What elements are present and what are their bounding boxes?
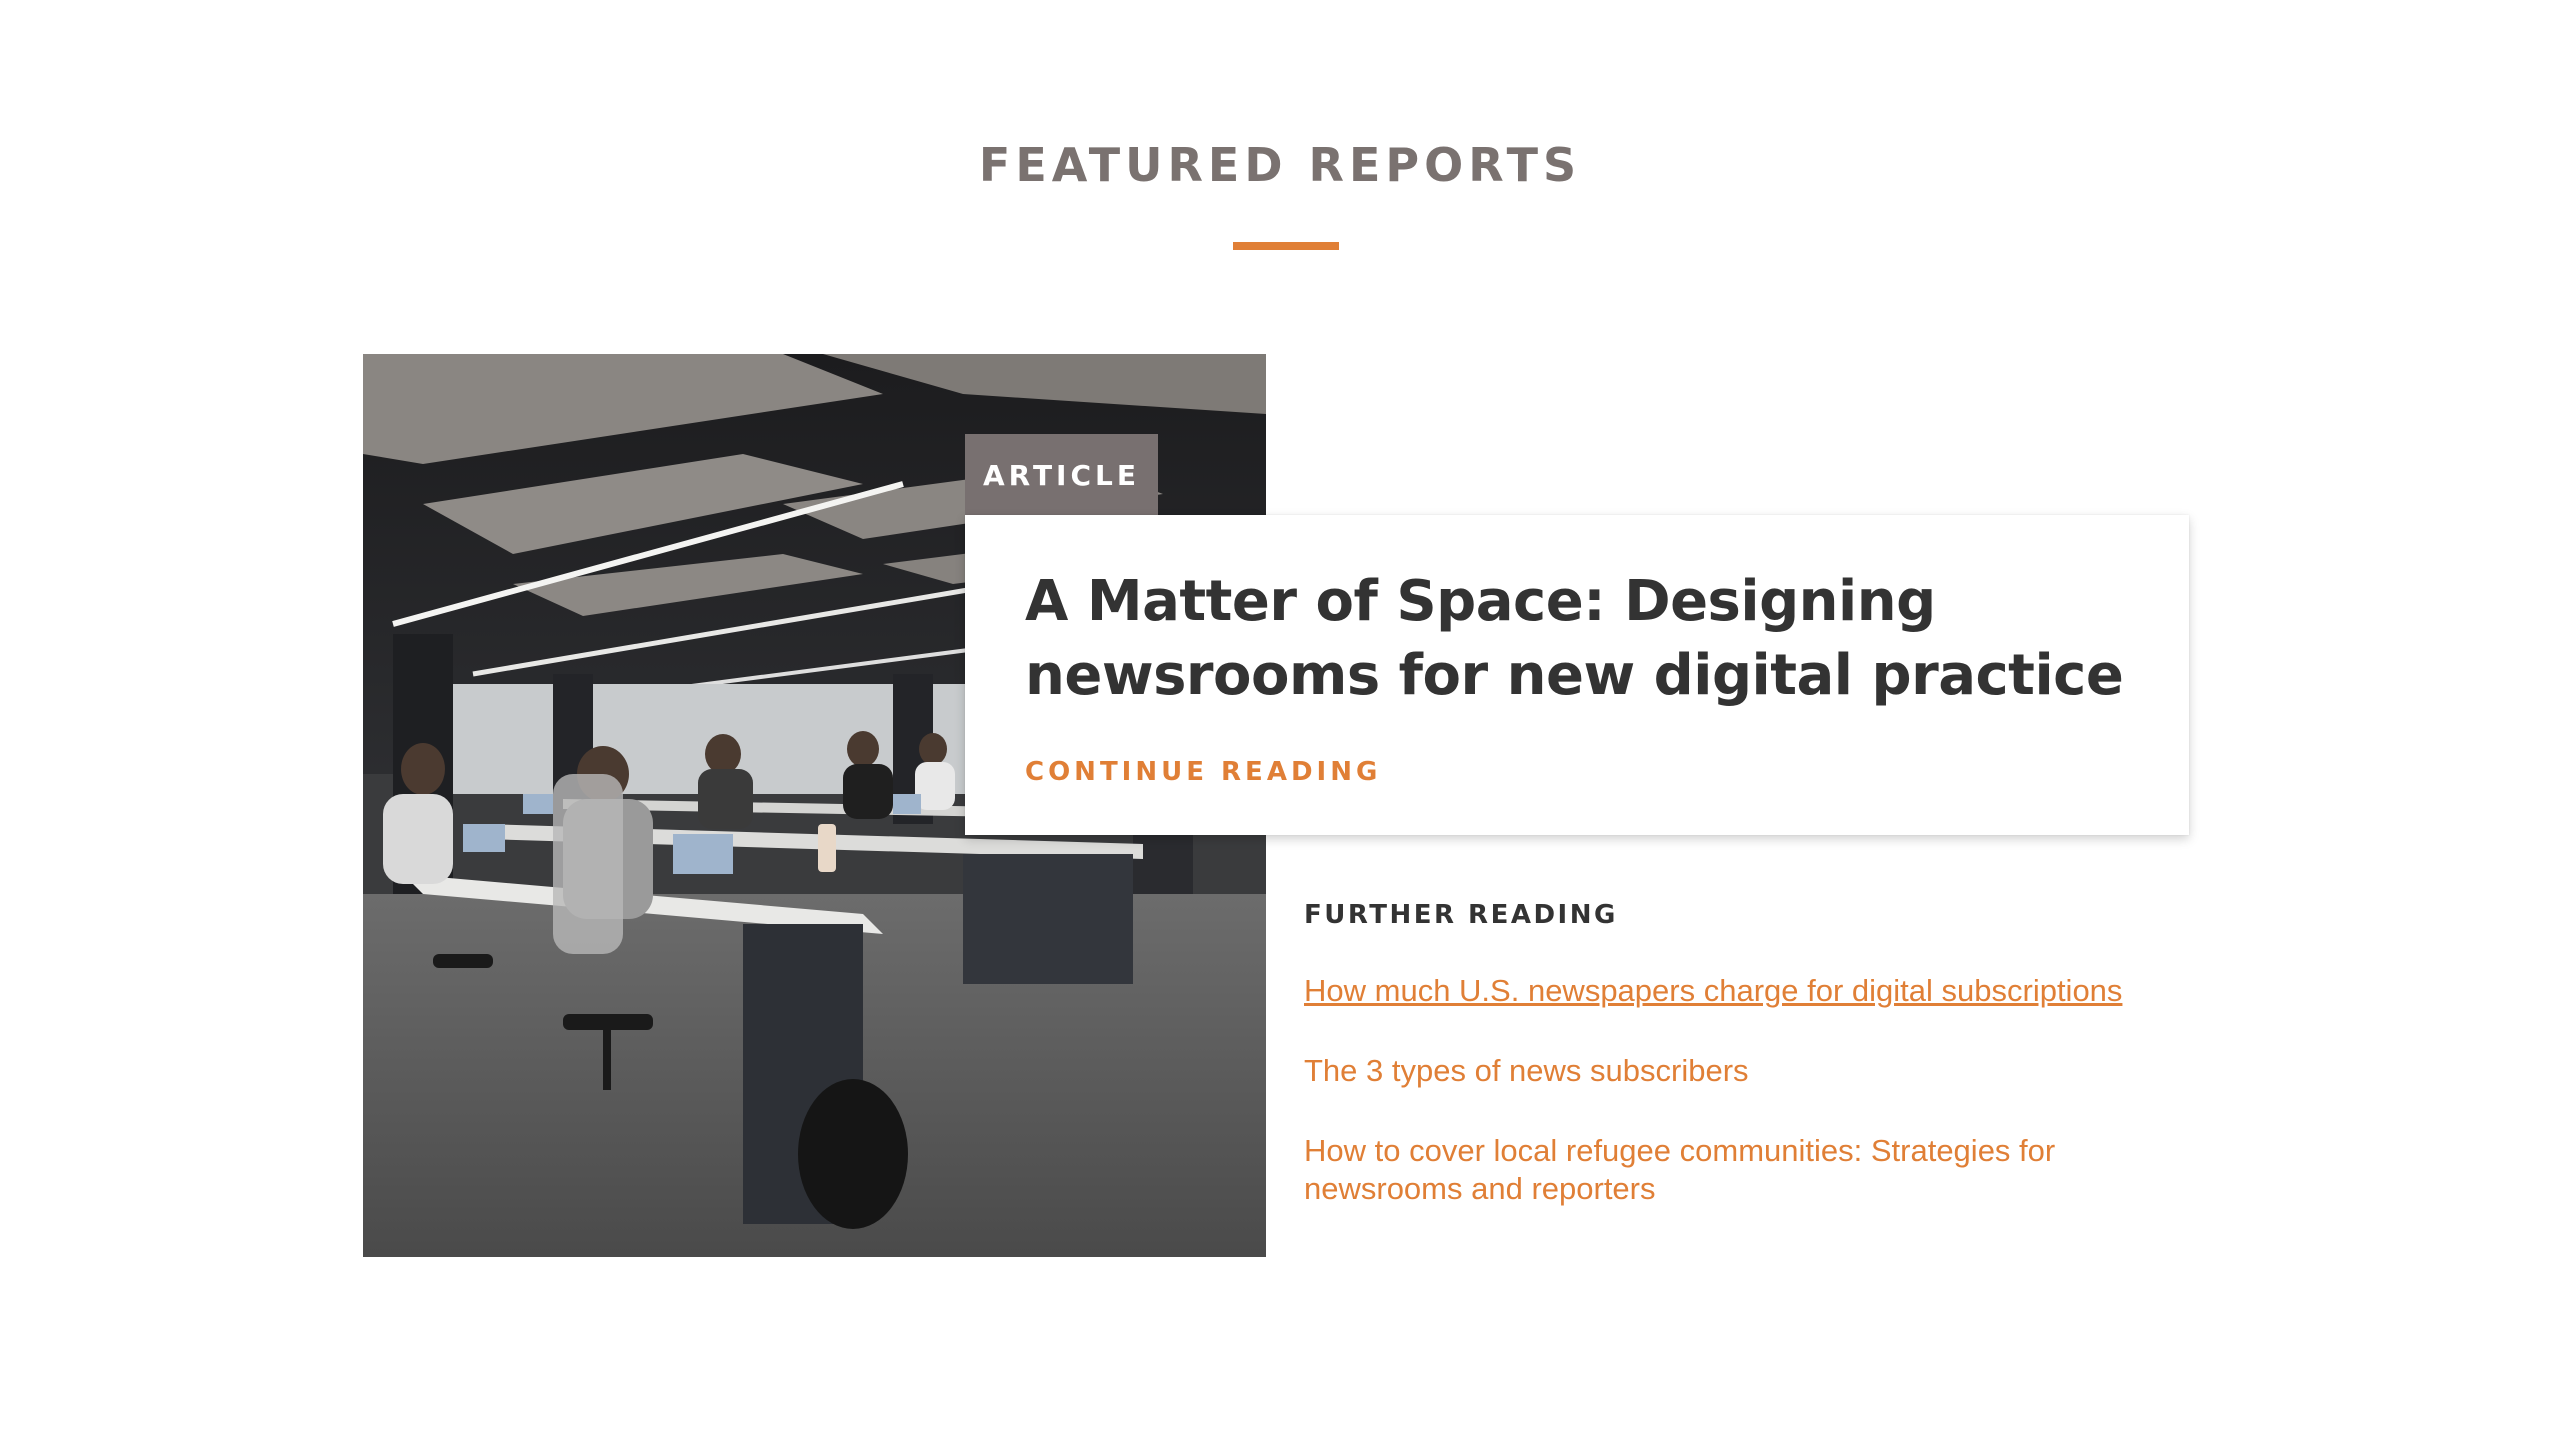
further-reading-link[interactable]: The 3 types of news subscribers — [1304, 1052, 2204, 1090]
article-type-badge: ARTICLE — [965, 434, 1158, 516]
further-reading: FURTHER READING How much U.S. newspapers… — [1304, 900, 2204, 1250]
featured-article-title[interactable]: A Matter of Space: Designing newsrooms f… — [1025, 565, 2125, 713]
continue-reading-link[interactable]: CONTINUE READING — [1025, 757, 1381, 787]
further-reading-link[interactable]: How much U.S. newspapers charge for digi… — [1304, 972, 2204, 1010]
featured-reports-section: FEATURED REPORTS ARTICLE A Matter of Spa… — [0, 0, 2560, 1440]
further-reading-link[interactable]: How to cover local refugee communities: … — [1304, 1132, 2204, 1208]
section-title: FEATURED REPORTS — [978, 138, 1582, 192]
featured-article-card: A Matter of Space: Designing newsrooms f… — [965, 515, 2189, 835]
further-reading-heading: FURTHER READING — [1304, 900, 1618, 930]
title-divider — [1233, 242, 1339, 250]
